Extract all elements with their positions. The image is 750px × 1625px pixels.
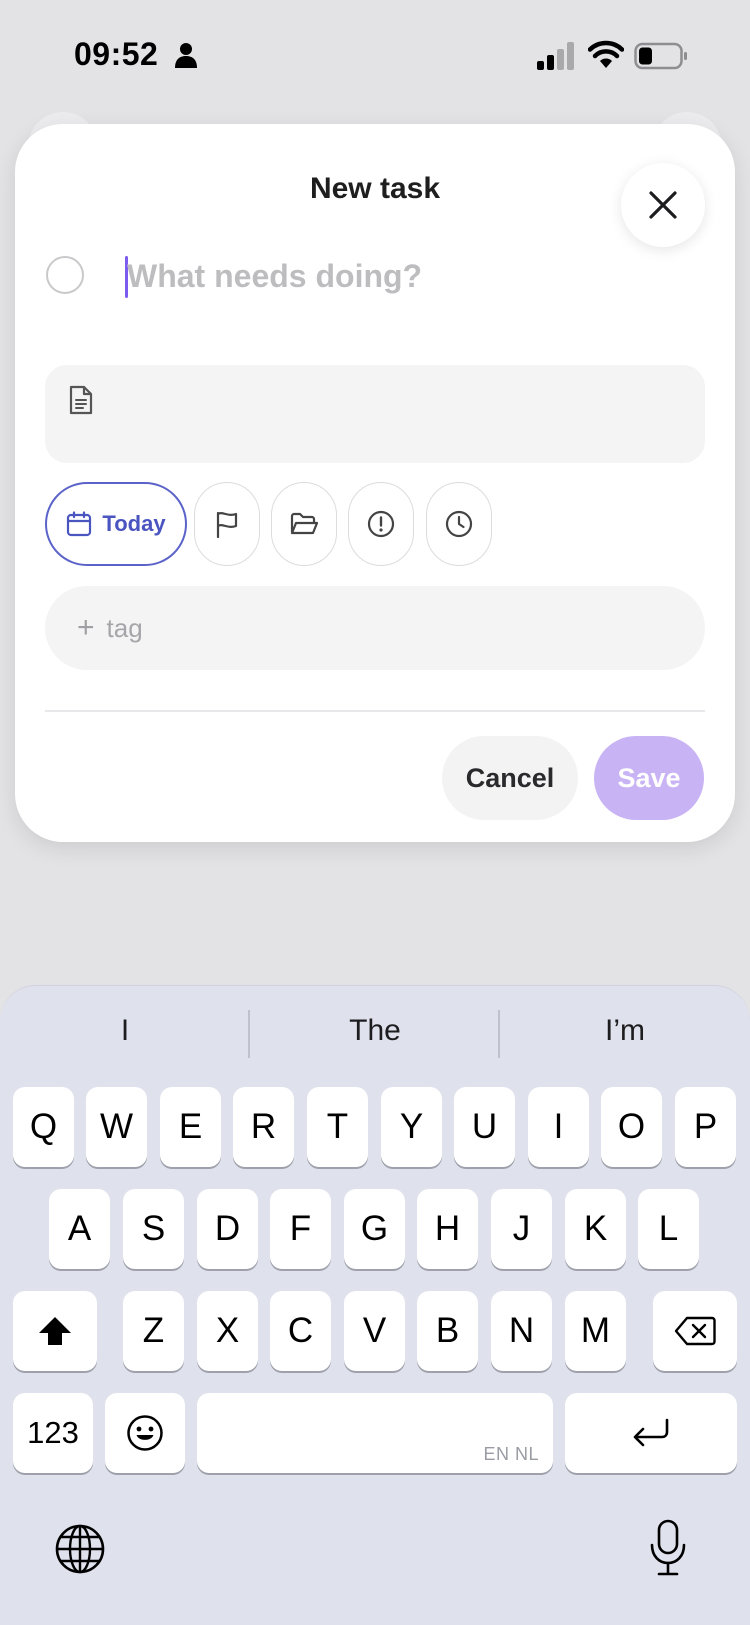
- suggestion-3[interactable]: I’m: [500, 1006, 750, 1056]
- space-key[interactable]: EN NL: [197, 1393, 553, 1473]
- wifi-icon: [588, 40, 624, 68]
- reminder-chip[interactable]: [426, 482, 492, 566]
- emoji-icon: [127, 1415, 163, 1451]
- key-k[interactable]: K: [565, 1189, 626, 1269]
- notes-field[interactable]: [45, 365, 705, 463]
- task-complete-checkbox[interactable]: [46, 256, 84, 294]
- emoji-key[interactable]: [105, 1393, 185, 1473]
- backspace-key[interactable]: [653, 1291, 737, 1371]
- key-w[interactable]: W: [86, 1087, 147, 1167]
- suggestion-1[interactable]: I: [0, 1006, 250, 1056]
- key-m[interactable]: M: [565, 1291, 626, 1371]
- calendar-icon: [67, 511, 92, 537]
- key-s[interactable]: S: [123, 1189, 184, 1269]
- folder-chip[interactable]: [271, 482, 337, 566]
- return-icon: [633, 1418, 669, 1447]
- suggestion-bar: I The I’m: [0, 986, 750, 1082]
- add-tag-field[interactable]: + tag: [45, 586, 705, 670]
- due-today-label: Today: [102, 511, 166, 536]
- status-time: 09:52: [74, 36, 159, 72]
- key-n[interactable]: N: [491, 1291, 552, 1371]
- key-z[interactable]: Z: [123, 1291, 184, 1371]
- key-a[interactable]: A: [49, 1189, 110, 1269]
- key-b[interactable]: B: [417, 1291, 478, 1371]
- key-u[interactable]: U: [454, 1087, 515, 1167]
- key-e[interactable]: E: [160, 1087, 221, 1167]
- close-icon: [649, 191, 677, 219]
- key-f[interactable]: F: [270, 1189, 331, 1269]
- tag-placeholder: tag: [106, 612, 143, 643]
- key-t[interactable]: T: [307, 1087, 368, 1167]
- battery-icon: [634, 42, 687, 70]
- key-y[interactable]: Y: [381, 1087, 442, 1167]
- priority-chip[interactable]: [348, 482, 414, 566]
- numbers-key[interactable]: 123: [13, 1393, 93, 1473]
- priority-icon: [367, 510, 395, 538]
- key-x[interactable]: X: [197, 1291, 258, 1371]
- flag-chip[interactable]: [194, 482, 260, 566]
- microphone-icon[interactable]: [649, 1519, 687, 1577]
- keyboard-language-label: EN NL: [483, 1444, 539, 1464]
- key-r[interactable]: R: [233, 1087, 294, 1167]
- save-button[interactable]: Save: [594, 736, 704, 820]
- key-c[interactable]: C: [270, 1291, 331, 1371]
- shift-key[interactable]: [13, 1291, 97, 1371]
- on-screen-keyboard: I The I’m Q W E R T Y U I O P A S D F G …: [0, 985, 750, 1625]
- key-v[interactable]: V: [344, 1291, 405, 1371]
- cancel-button[interactable]: Cancel: [442, 736, 578, 820]
- key-h[interactable]: H: [417, 1189, 478, 1269]
- document-icon: [69, 385, 93, 415]
- folder-icon: [290, 512, 318, 535]
- key-o[interactable]: O: [601, 1087, 662, 1167]
- flag-icon: [216, 511, 238, 538]
- key-p[interactable]: P: [675, 1087, 736, 1167]
- key-g[interactable]: G: [344, 1189, 405, 1269]
- key-d[interactable]: D: [197, 1189, 258, 1269]
- plus-icon: +: [77, 611, 95, 644]
- clock-icon: [445, 510, 473, 538]
- status-bar: 09:52: [0, 0, 750, 110]
- person-icon: [175, 43, 197, 68]
- divider: [45, 710, 705, 712]
- key-j[interactable]: J: [491, 1189, 552, 1269]
- key-i[interactable]: I: [528, 1087, 589, 1167]
- key-q[interactable]: Q: [13, 1087, 74, 1167]
- key-l[interactable]: L: [638, 1189, 699, 1269]
- task-title-input[interactable]: [127, 248, 687, 304]
- shift-icon: [39, 1317, 71, 1345]
- suggestion-2[interactable]: The: [250, 1006, 500, 1056]
- new-task-modal: New task Today: [15, 124, 735, 842]
- globe-icon[interactable]: [54, 1523, 106, 1575]
- close-button[interactable]: [621, 163, 705, 247]
- cellular-signal-icon: [537, 42, 574, 70]
- return-key[interactable]: [565, 1393, 737, 1473]
- backspace-icon: [674, 1316, 716, 1346]
- due-today-chip[interactable]: Today: [45, 482, 187, 566]
